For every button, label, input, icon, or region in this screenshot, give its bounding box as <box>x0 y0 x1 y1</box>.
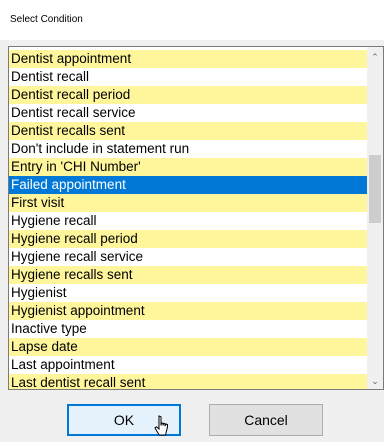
list-item[interactable]: Lapse date <box>9 338 367 356</box>
list-item[interactable]: Last appointment <box>9 356 367 374</box>
list-item[interactable]: Dentist recall service <box>9 104 367 122</box>
list-item[interactable]: Last dentist recall sent <box>9 374 367 389</box>
scrollbar-thumb[interactable] <box>369 155 381 223</box>
list-item[interactable]: Dentist recall <box>9 68 367 86</box>
list-item[interactable]: Dentist recalls sent <box>9 122 367 140</box>
list-item[interactable]: Hygiene recalls sent <box>9 266 367 284</box>
list-item[interactable]: Dentist recall period <box>9 86 367 104</box>
list-item[interactable]: First visit <box>9 194 367 212</box>
list-item[interactable]: Hygienist <box>9 284 367 302</box>
list-item-selected[interactable]: Failed appointment <box>9 176 367 194</box>
list-item[interactable]: Hygiene recall period <box>9 230 367 248</box>
dialog-body: Dentist appointment Dentist recall Dentist… <box>0 40 384 442</box>
chevron-up-icon[interactable]: ⌃ <box>367 49 383 65</box>
list-item[interactable]: Entry in 'CHI Number' <box>9 158 367 176</box>
cancel-button[interactable]: Cancel <box>209 404 323 436</box>
condition-list[interactable]: Dentist appointment Dentist recall Dentist… <box>9 50 367 389</box>
list-item[interactable]: Hygienist appointment <box>9 302 367 320</box>
list-item[interactable]: Dentist appointment <box>9 50 367 68</box>
list-item[interactable]: Don't include in statement run <box>9 140 367 158</box>
list-item[interactable]: Hygiene recall service <box>9 248 367 266</box>
vertical-scrollbar[interactable]: ⌃ ⌄ <box>367 47 383 389</box>
condition-listbox[interactable]: Dentist appointment Dentist recall Dentist… <box>8 46 384 390</box>
list-item[interactable]: Hygiene recall <box>9 212 367 230</box>
chevron-down-icon[interactable]: ⌄ <box>367 373 383 389</box>
mouse-pointer-icon <box>154 415 168 436</box>
window-title: Select Condition <box>10 14 83 25</box>
title-bar: Select Condition <box>0 0 384 40</box>
list-item[interactable]: Inactive type <box>9 320 367 338</box>
